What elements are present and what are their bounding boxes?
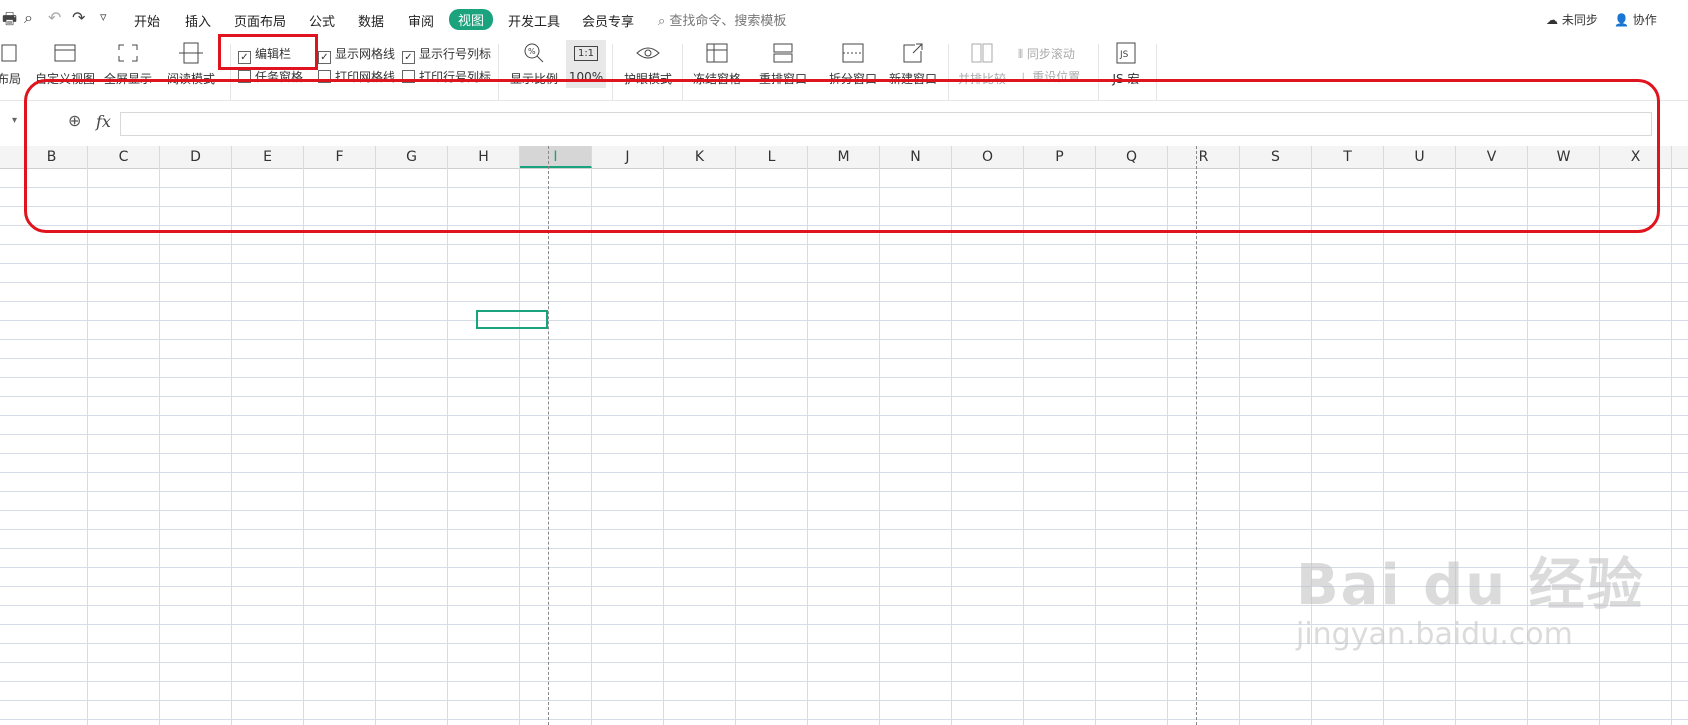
svg-text:%: % — [528, 47, 536, 56]
grid-row-line — [0, 700, 1688, 701]
collab-button[interactable]: 👤 协作 — [1614, 11, 1657, 28]
grid-row-line — [0, 263, 1688, 264]
grid-row-line — [0, 282, 1688, 283]
grid-column-line — [303, 168, 304, 725]
grid-row-line — [0, 244, 1688, 245]
grid-column-line — [1167, 168, 1168, 725]
js-macro-icon: JS — [1104, 40, 1148, 66]
grid-row-line — [0, 396, 1688, 397]
highlight-formula-bar-checkbox — [218, 34, 318, 70]
grid-row-line — [0, 529, 1688, 530]
name-box-dropdown-icon[interactable]: ▾ — [12, 115, 17, 126]
menu-insert[interactable]: 插入 — [185, 11, 211, 30]
grid-row-line — [0, 510, 1688, 511]
check-icon: ✓ — [318, 51, 331, 64]
highlight-formula-bar-area — [24, 79, 1660, 233]
menu-member[interactable]: 会员专享 — [582, 11, 634, 30]
user-icon: 👤 — [1614, 13, 1629, 27]
grid-column-line — [1023, 168, 1024, 725]
grid-row-line — [0, 491, 1688, 492]
grid-row-line — [0, 339, 1688, 340]
zoom-100-icon: 1:1 — [566, 40, 606, 66]
checkbox-show-gridlines[interactable]: ✓ 显示网格线 — [318, 45, 395, 64]
sync-status[interactable]: ☁ 未同步 — [1546, 11, 1598, 28]
grid-row-line — [0, 301, 1688, 302]
baidu-watermark: Bai du 经验 jingyan.baidu.com — [1296, 540, 1645, 652]
layout-button[interactable]: 布局 — [0, 40, 24, 87]
more-icon[interactable]: ▿ — [100, 10, 107, 25]
menu-bar: 🖶 ⌕ ↶ ↷ ▿ 开始 插入 页面布局 公式 数据 审阅 视图 开发工具 会员… — [0, 0, 1688, 38]
sync-scroll-button[interactable]: ⫴ 同步滚动 — [1018, 45, 1075, 62]
reading-mode-icon — [162, 40, 220, 66]
new-window-icon — [886, 40, 940, 66]
grid-column-line — [87, 168, 88, 725]
menu-view[interactable]: 视图 — [449, 9, 494, 30]
menu-home[interactable]: 开始 — [134, 11, 160, 30]
grid-row-line — [0, 681, 1688, 682]
redo-icon[interactable]: ↷ — [72, 8, 85, 27]
svg-text:JS: JS — [1119, 50, 1129, 60]
grid-column-line — [231, 168, 232, 725]
grid-row-line — [0, 434, 1688, 435]
grid-column-line — [447, 168, 448, 725]
cloud-icon: ☁ — [1546, 13, 1558, 27]
preview-icon[interactable]: ⌕ — [24, 8, 33, 28]
menu-review[interactable]: 审阅 — [408, 11, 434, 30]
grid-row-line — [0, 358, 1688, 359]
custom-view-icon — [34, 40, 96, 66]
grid-column-line — [159, 168, 160, 725]
menu-formula[interactable]: 公式 — [309, 11, 335, 30]
grid-column-line — [591, 168, 592, 725]
active-cell[interactable] — [476, 310, 548, 329]
grid-column-line — [1671, 168, 1672, 725]
split-icon — [826, 40, 880, 66]
print-icon[interactable]: 🖶 — [2, 8, 17, 35]
grid-row-line — [0, 719, 1688, 720]
grid-column-line — [663, 168, 664, 725]
menu-page-layout[interactable]: 页面布局 — [234, 11, 286, 30]
checkbox-show-headings[interactable]: ✓ 显示行号列标 — [402, 45, 491, 64]
search-placeholder: 查找命令、搜索模板 — [669, 14, 787, 29]
grid-column-line — [375, 168, 376, 725]
grid-row-line — [0, 453, 1688, 454]
grid-row-line — [0, 377, 1688, 378]
grid-column-line — [879, 168, 880, 725]
search-icon: ⌕ — [658, 14, 666, 29]
compare-icon — [954, 40, 1010, 66]
grid-column-line — [807, 168, 808, 725]
grid-column-line — [1239, 168, 1240, 725]
menu-data[interactable]: 数据 — [358, 11, 384, 30]
command-search[interactable]: ⌕ 查找命令、搜索模板 — [658, 10, 786, 29]
undo-icon[interactable]: ↶ — [48, 8, 61, 27]
grid-column-line — [951, 168, 952, 725]
freeze-icon — [690, 40, 744, 66]
watermark-logo-text: Bai du 经验 — [1296, 553, 1645, 618]
arrange-icon — [756, 40, 810, 66]
grid-row-line — [0, 320, 1688, 321]
grid-row-line — [0, 662, 1688, 663]
fullscreen-icon — [104, 40, 152, 66]
grid-row-line — [0, 415, 1688, 416]
zoom-icon: % — [506, 40, 562, 66]
menu-dev-tools[interactable]: 开发工具 — [508, 11, 560, 30]
sync-scroll-icon: ⫴ — [1018, 47, 1027, 61]
grid-column-line — [519, 168, 520, 725]
grid-column-line — [1095, 168, 1096, 725]
watermark-url: jingyan.baidu.com — [1296, 617, 1573, 652]
check-icon: ✓ — [402, 51, 415, 64]
layout-icon — [0, 40, 24, 66]
grid-row-line — [0, 472, 1688, 473]
column-header-y[interactable]: Y — [1672, 146, 1688, 168]
eye-icon — [620, 40, 676, 66]
grid-column-line — [735, 168, 736, 725]
